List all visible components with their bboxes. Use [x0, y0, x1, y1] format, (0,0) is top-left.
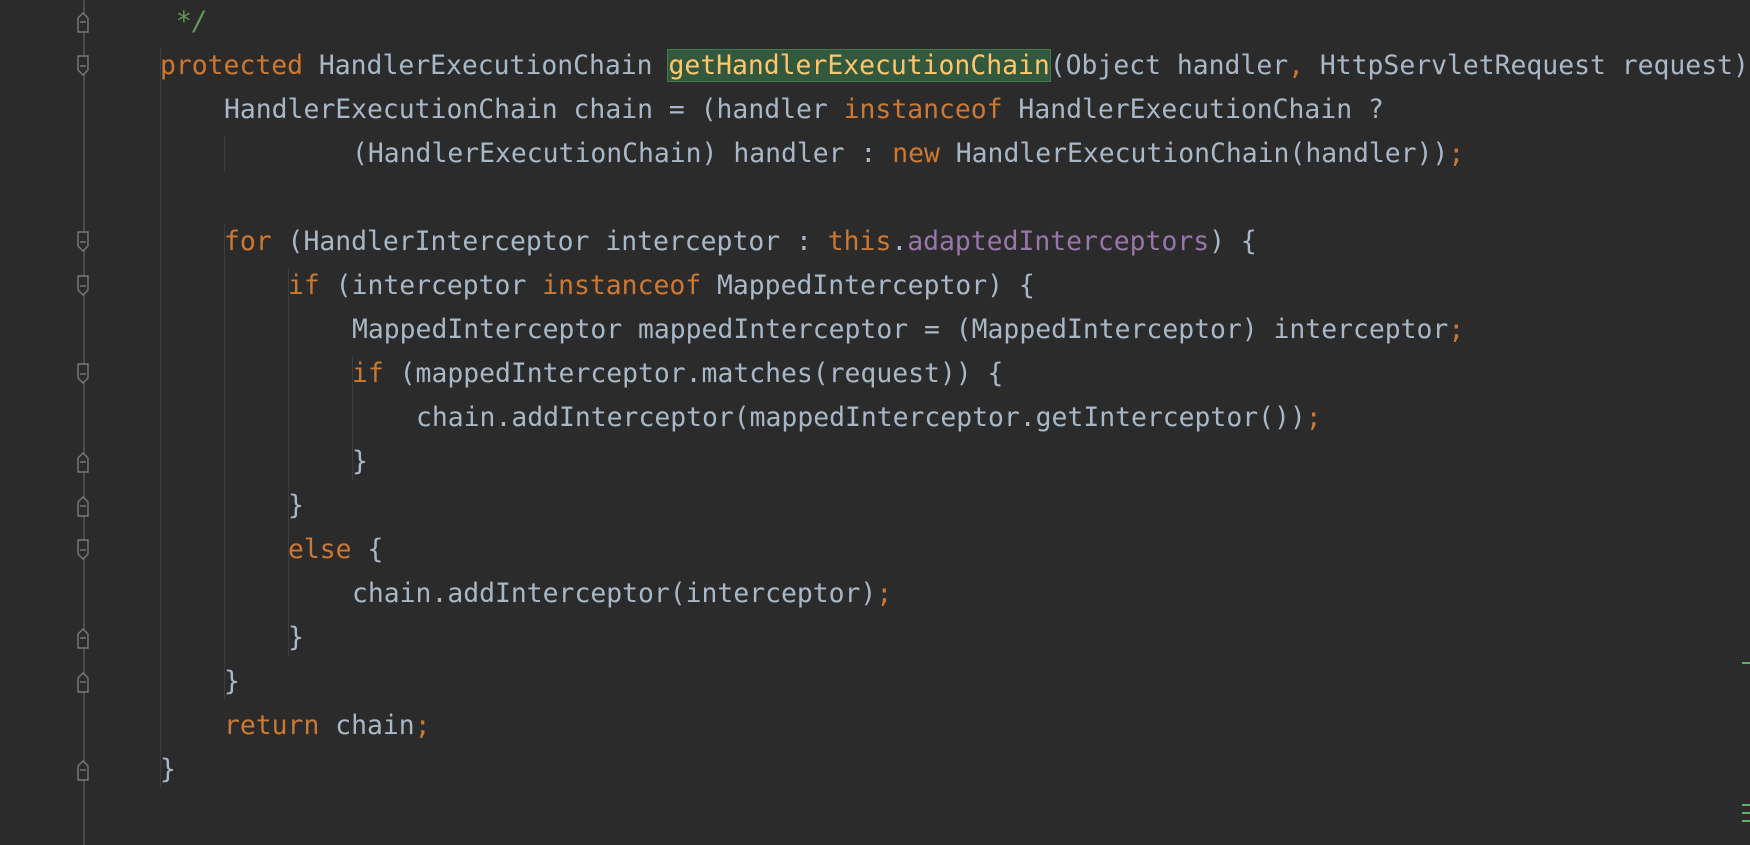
code-line[interactable]: if (mappedInterceptor.matches(request)) …	[352, 352, 1003, 396]
fold-end-icon[interactable]	[75, 758, 91, 782]
indent-guide	[224, 136, 225, 172]
code-token: .	[891, 226, 908, 257]
scrollbar-change-marker[interactable]	[1742, 820, 1750, 822]
code-token: (HandlerInterceptor interceptor :	[271, 226, 828, 257]
code-token: adaptedInterceptors	[907, 226, 1210, 257]
code-token: HttpServletRequest request) {	[1303, 50, 1750, 81]
code-token: if	[352, 358, 384, 389]
fold-collapse-icon[interactable]	[75, 362, 91, 386]
code-line[interactable]: }	[224, 660, 240, 704]
fold-end-icon[interactable]	[75, 10, 91, 34]
fold-collapse-icon[interactable]	[75, 54, 91, 78]
code-token: new	[892, 138, 940, 169]
code-line[interactable]: HandlerExecutionChain chain = (handler i…	[224, 88, 1384, 132]
code-token: }	[288, 622, 304, 653]
code-line[interactable]: }	[288, 484, 304, 528]
fold-end-icon[interactable]	[75, 670, 91, 694]
code-token: if	[288, 270, 320, 301]
fold-end-icon[interactable]	[75, 450, 91, 474]
code-token: {	[351, 534, 384, 565]
scrollbar-change-marker[interactable]	[1742, 804, 1750, 806]
code-token: ;	[1448, 314, 1465, 345]
code-token: chain.addInterceptor(mappedInterceptor.g…	[416, 402, 1306, 433]
code-token: ;	[1448, 138, 1465, 169]
code-token: return	[224, 710, 320, 741]
code-line[interactable]: (HandlerExecutionChain) handler : new Ha…	[352, 132, 1464, 176]
code-token: (Object handler	[1049, 50, 1289, 81]
code-token: }	[288, 490, 304, 521]
code-token: else	[288, 534, 352, 565]
code-token: }	[160, 754, 176, 785]
code-line[interactable]: }	[160, 748, 176, 792]
code-token: (interceptor	[319, 270, 543, 301]
indent-guide	[224, 224, 225, 700]
code-token: HandlerExecutionChain	[303, 50, 669, 81]
code-line[interactable]: }	[352, 440, 368, 484]
code-line[interactable]: chain.addInterceptor(interceptor);	[352, 572, 892, 616]
code-editor[interactable]: */ protected HandlerExecutionChain getHan…	[0, 0, 1750, 845]
indent-guide	[160, 48, 161, 788]
code-token: instanceof	[542, 270, 702, 301]
scrollbar-change-marker[interactable]	[1742, 662, 1750, 664]
code-token: }	[224, 666, 240, 697]
fold-collapse-icon[interactable]	[75, 274, 91, 298]
code-line[interactable]: */	[160, 0, 208, 44]
code-token: HandlerExecutionChain(handler))	[939, 138, 1449, 169]
fold-end-icon[interactable]	[75, 494, 91, 518]
code-token: instanceof	[843, 94, 1003, 125]
code-line[interactable]: return chain;	[224, 704, 431, 748]
code-line[interactable]: }	[288, 616, 304, 660]
code-token: ;	[876, 578, 893, 609]
code-area[interactable]: */ protected HandlerExecutionChain getHan…	[0, 0, 1750, 845]
code-token: ;	[1305, 402, 1322, 433]
code-token: chain	[319, 710, 415, 741]
code-line[interactable]: protected HandlerExecutionChain getHandl…	[160, 44, 1750, 88]
code-line[interactable]: else {	[288, 528, 383, 572]
code-token: chain.addInterceptor(interceptor)	[352, 578, 877, 609]
code-token: ) {	[1209, 226, 1257, 257]
fold-collapse-icon[interactable]	[75, 538, 91, 562]
code-token: ;	[414, 710, 431, 741]
code-line[interactable]: for (HandlerInterceptor interceptor : th…	[224, 220, 1257, 264]
code-token: (HandlerExecutionChain) handler :	[352, 138, 893, 169]
code-token: protected	[160, 50, 303, 81]
code-token: }	[352, 446, 368, 477]
code-token: */	[160, 6, 208, 37]
code-token: MappedInterceptor mappedInterceptor = (M…	[352, 314, 1449, 345]
code-line[interactable]: MappedInterceptor mappedInterceptor = (M…	[352, 308, 1464, 352]
highlighted-method-name: getHandlerExecutionChain	[667, 49, 1051, 82]
code-line[interactable]: chain.addInterceptor(mappedInterceptor.g…	[416, 396, 1322, 440]
code-line[interactable]: if (interceptor instanceof MappedInterce…	[288, 264, 1035, 308]
code-token: (mappedInterceptor.matches(request)) {	[383, 358, 1004, 389]
code-token: for	[224, 226, 272, 257]
scrollbar-change-marker[interactable]	[1742, 812, 1750, 814]
code-token: HandlerExecutionChain ?	[1002, 94, 1384, 125]
code-token: MappedInterceptor) {	[701, 270, 1035, 301]
fold-end-icon[interactable]	[75, 626, 91, 650]
code-token: this	[827, 226, 892, 257]
code-token: HandlerExecutionChain chain = (handler	[224, 94, 844, 125]
code-token: ,	[1288, 50, 1304, 81]
fold-collapse-icon[interactable]	[75, 230, 91, 254]
